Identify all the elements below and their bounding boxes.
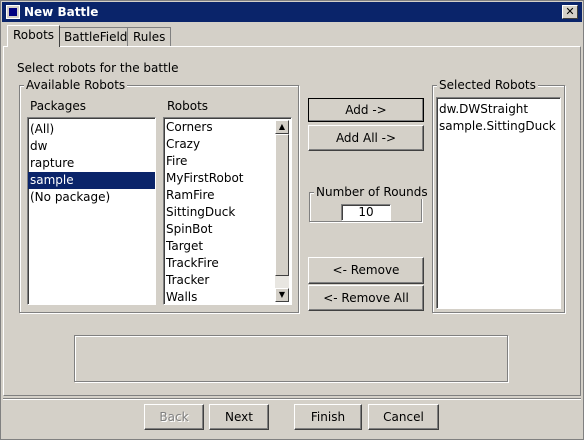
robots-header: Robots (167, 99, 209, 113)
available-robots-legend: Available Robots (24, 78, 128, 92)
robot-list-item[interactable]: Corners (164, 119, 275, 136)
packages-list[interactable]: (All) dw rapture sample (No package) (27, 117, 156, 305)
scroll-up-icon[interactable]: ▲ (275, 120, 289, 134)
selected-robot-item[interactable]: sample.SittingDuck (437, 118, 560, 135)
package-list-item[interactable]: dw (28, 138, 155, 155)
tab-battlefield[interactable]: BattleField (58, 27, 134, 46)
new-battle-dialog: New Battle ✕ Robots BattleField Rules Se… (0, 0, 584, 440)
scroll-down-icon[interactable]: ▼ (275, 288, 289, 302)
robot-list-item[interactable]: Fire (164, 153, 275, 170)
remove-button[interactable]: <- Remove (308, 257, 424, 284)
close-button[interactable]: ✕ (562, 5, 578, 19)
package-list-item[interactable]: sample (28, 172, 155, 189)
scroll-thumb[interactable] (275, 134, 289, 276)
robot-list-item[interactable]: SittingDuck (164, 204, 275, 221)
robot-list-item[interactable]: Tracker (164, 272, 275, 289)
robocode-app-icon (6, 5, 20, 19)
number-of-rounds-legend: Number of Rounds (314, 185, 430, 199)
package-list-item[interactable]: (No package) (28, 189, 155, 206)
selected-robot-item[interactable]: dw.DWStraight (437, 101, 560, 118)
selected-robots-list[interactable]: dw.DWStraight sample.SittingDuck (436, 97, 561, 309)
robot-list-item[interactable]: Walls (164, 289, 275, 304)
back-button[interactable]: Back (144, 404, 204, 430)
footer-separator (3, 398, 581, 400)
robot-list-item[interactable]: SpinBot (164, 221, 275, 238)
rounds-input[interactable]: 10 (341, 204, 391, 221)
robot-description-panel (74, 335, 508, 382)
tab-robots[interactable]: Robots (7, 25, 61, 47)
cancel-button[interactable]: Cancel (368, 404, 439, 430)
robots-list[interactable]: Corners Crazy Fire MyFirstRobot RamFire Sitti… (163, 117, 292, 305)
packages-header: Packages (30, 99, 86, 113)
robots-list-scrollbar[interactable]: ▲ ▼ (275, 120, 289, 302)
tab-rules[interactable]: Rules (127, 27, 172, 46)
robot-list-item[interactable]: TrackFire (164, 255, 275, 272)
robot-list-item[interactable]: Target (164, 238, 275, 255)
add-button[interactable]: Add -> (308, 98, 424, 122)
package-list-item[interactable]: (All) (28, 121, 155, 138)
window-title: New Battle (24, 5, 99, 19)
robot-list-item[interactable]: Crazy (164, 136, 275, 153)
finish-button[interactable]: Finish (294, 404, 362, 430)
add-all-button[interactable]: Add All -> (308, 125, 424, 151)
next-button[interactable]: Next (209, 404, 269, 430)
package-list-item[interactable]: rapture (28, 155, 155, 172)
remove-all-button[interactable]: <- Remove All (308, 285, 424, 311)
instructions-text: Select robots for the battle (17, 61, 179, 75)
title-bar[interactable]: New Battle ✕ (2, 2, 582, 22)
robot-list-item[interactable]: RamFire (164, 187, 275, 204)
robot-list-item[interactable]: MyFirstRobot (164, 170, 275, 187)
selected-robots-legend: Selected Robots (437, 78, 538, 92)
